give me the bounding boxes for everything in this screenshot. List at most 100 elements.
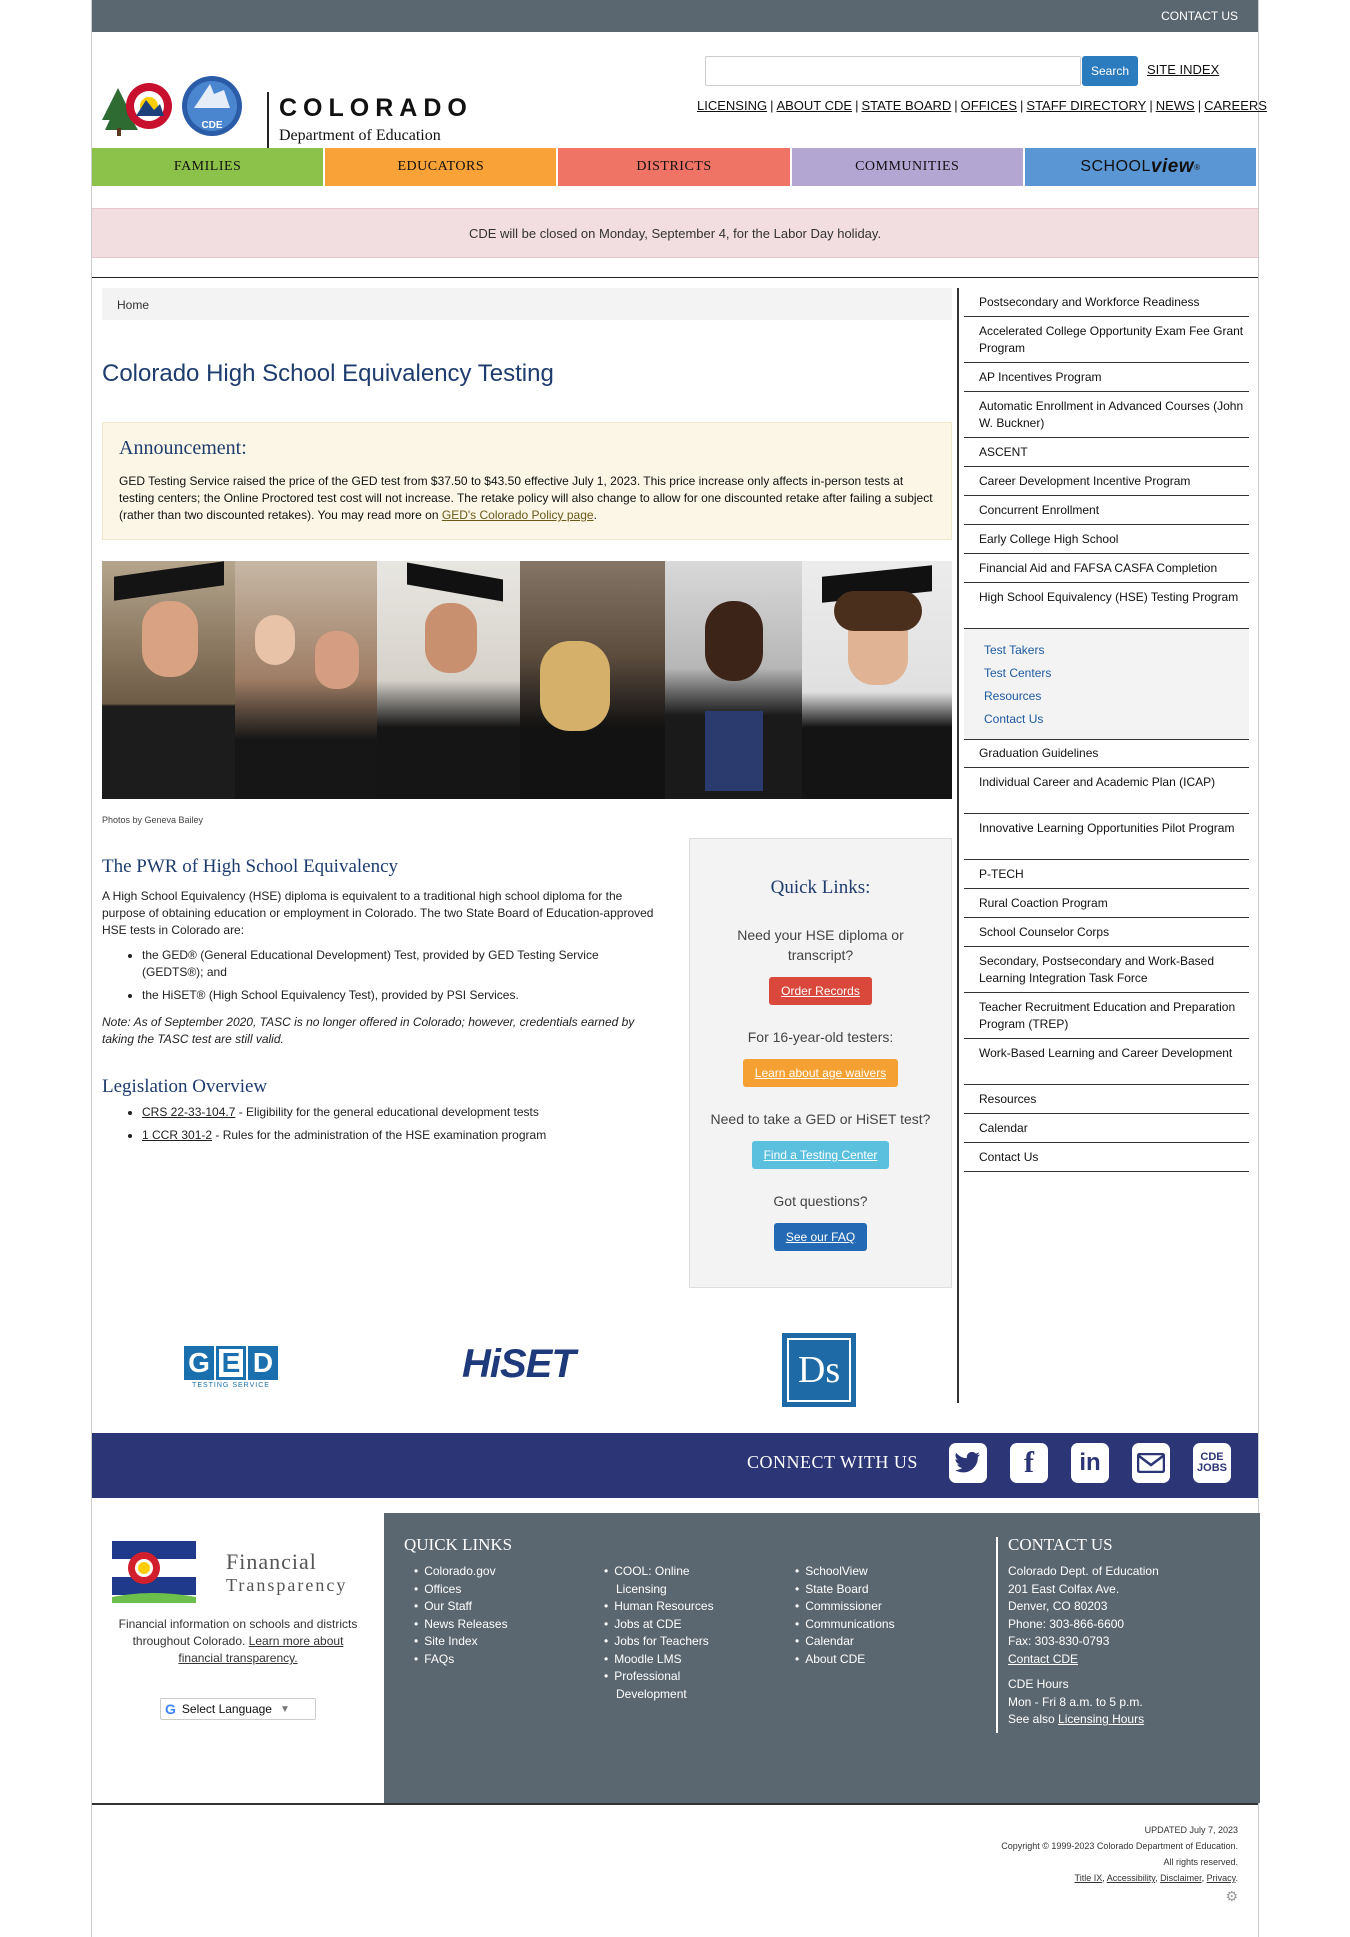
util-link-licensing[interactable]: LICENSING (697, 98, 767, 113)
sidebar-item-early-college-high-school[interactable]: Early College High School (964, 525, 1249, 554)
sidebar-item-ap-incentives-program[interactable]: AP Incentives Program (964, 363, 1249, 392)
linkedin-icon[interactable]: in (1071, 1443, 1109, 1483)
facebook-icon[interactable]: f (1010, 1443, 1048, 1483)
cde-logo[interactable]: CDE COLORADO Department of Education (102, 60, 482, 154)
licensing-hours-link[interactable]: Licensing Hours (1058, 1712, 1144, 1726)
cde-jobs-icon[interactable]: CDE JOBS (1193, 1443, 1231, 1483)
footer-link[interactable]: SchoolView (795, 1563, 945, 1581)
sidebar-item-graduation-guidelines[interactable]: Graduation Guidelines (964, 739, 1249, 768)
sidebar-item-work-based-learning-and-career-development[interactable]: Work-Based Learning and Career Developme… (964, 1039, 1249, 1085)
breadcrumb-home[interactable]: Home (117, 298, 149, 312)
contact-us-link[interactable]: CONTACT US (1161, 9, 1238, 23)
footer-link[interactable]: Commissioner (795, 1598, 945, 1616)
disclaimer-link[interactable]: Disclaimer (1160, 1873, 1202, 1883)
hiset-logo[interactable]: HiSET (462, 1342, 576, 1387)
footer: Financial Transparency Financial informa… (92, 1513, 1260, 1803)
search-button[interactable]: Search (1082, 56, 1138, 86)
ccr-link[interactable]: 1 CCR 301-2 (142, 1128, 212, 1142)
sidebar-item-accelerated-college-opportunity-exam-fee-grant-program[interactable]: Accelerated College Opportunity Exam Fee… (964, 317, 1249, 363)
sidebar-item-ascent[interactable]: ASCENT (964, 438, 1249, 467)
graduates-photo-banner (102, 561, 952, 799)
privacy-link[interactable]: Privacy (1207, 1873, 1236, 1883)
rights: All rights reserved. (1163, 1857, 1238, 1867)
email-icon[interactable] (1132, 1443, 1170, 1483)
faq-button[interactable]: See our FAQ (773, 1223, 868, 1251)
sidebar-item-high-school-equivalency-hse-testing-program[interactable]: High School Equivalency (HSE) Testing Pr… (964, 583, 1249, 629)
sidebar-item-postsecondary-and-workforce-readiness[interactable]: Postsecondary and Workforce Readiness (964, 288, 1249, 317)
sidebar-subitem-test-centers[interactable]: Test Centers (984, 666, 1051, 680)
sidebar-item-teacher-recruitment-education-and-preparation-program-trep[interactable]: Teacher Recruitment Education and Prepar… (964, 993, 1249, 1039)
contact-cde-link[interactable]: Contact CDE (1008, 1651, 1159, 1669)
ds-logo[interactable]: Ds (782, 1333, 856, 1407)
footer-link[interactable]: Jobs at CDE (604, 1616, 754, 1634)
order-records-button[interactable]: Order Records (769, 977, 872, 1005)
testing-center-button[interactable]: Find a Testing Center (751, 1141, 890, 1169)
util-link-state-board[interactable]: STATE BOARD (861, 98, 951, 113)
footer-link[interactable]: Offices (414, 1581, 574, 1599)
ged-policy-link[interactable]: GED's Colorado Policy page (442, 508, 594, 522)
footer-link[interactable]: Human Resources (604, 1598, 754, 1616)
ged-letter-g: G (184, 1346, 214, 1380)
footer-link[interactable]: Moodle LMS (604, 1651, 754, 1669)
ds-logo-text: Ds (787, 1338, 851, 1402)
footer-link[interactable]: Our Staff (414, 1598, 574, 1616)
ql-question-records: Need your HSE diploma or transcript? (737, 927, 904, 963)
sidebar-item-secondary-postsecondary-and-work-based-learning-integration-task-force[interactable]: Secondary, Postsecondary and Work-Based … (964, 947, 1249, 993)
sidebar-subitem-resources[interactable]: Resources (984, 689, 1041, 703)
ged-logo[interactable]: G E D TESTING SERVICE (184, 1346, 278, 1389)
crs-link[interactable]: CRS 22-33-104.7 (142, 1105, 235, 1119)
sidebar-item-contact-us[interactable]: Contact Us (964, 1143, 1249, 1172)
util-link-staff-directory[interactable]: STAFF DIRECTORY (1026, 98, 1146, 113)
sidebar-item-automatic-enrollment-in-advanced-courses-john-w-buckner[interactable]: Automatic Enrollment in Advanced Courses… (964, 392, 1249, 438)
footer-link[interactable]: FAQs (414, 1651, 574, 1669)
util-link-news[interactable]: NEWS (1156, 98, 1195, 113)
footer-link[interactable]: Jobs for Teachers (604, 1633, 754, 1651)
age-waivers-button[interactable]: Learn about age waivers (742, 1059, 899, 1087)
footer-link[interactable]: COOL: Online Licensing (604, 1563, 726, 1598)
sidebar-subitem-contact-us[interactable]: Contact Us (984, 712, 1043, 726)
site-index-link[interactable]: SITE INDEX (1147, 62, 1219, 77)
nav-educators[interactable]: EDUCATORS (325, 148, 559, 186)
contact-line: Fax: 303-830-0793 (1008, 1634, 1110, 1648)
sidebar-item-concurrent-enrollment[interactable]: Concurrent Enrollment (964, 496, 1249, 525)
nav-communities[interactable]: COMMUNITIES (791, 148, 1025, 186)
footer-divider (996, 1537, 998, 1733)
graduate-photo-6 (802, 561, 952, 799)
footer-col-3: SchoolViewState BoardCommissionerCommuni… (795, 1563, 945, 1668)
footer-link[interactable]: Communications (795, 1616, 945, 1634)
footer-link[interactable]: About CDE (795, 1651, 945, 1669)
sidebar-item-financial-aid-and-fafsa-casfa-completion[interactable]: Financial Aid and FAFSA CASFA Completion (964, 554, 1249, 583)
photo-caption: Photos by Geneva Bailey (102, 815, 204, 825)
language-select[interactable]: G Select Language ▼ (160, 1698, 316, 1720)
footer-link[interactable]: Site Index (414, 1633, 574, 1651)
sidebar-item-calendar[interactable]: Calendar (964, 1114, 1249, 1143)
sidebar-subitem-test-takers[interactable]: Test Takers (984, 643, 1044, 657)
sidebar-item-rural-coaction-program[interactable]: Rural Coaction Program (964, 889, 1249, 918)
twitter-icon[interactable] (949, 1443, 987, 1483)
search-input[interactable] (705, 56, 1081, 86)
sidebar-item-p-tech[interactable]: P-TECH (964, 860, 1249, 889)
footer-link[interactable]: State Board (795, 1581, 945, 1599)
footer-link[interactable]: News Releases (414, 1616, 574, 1634)
sidebar-item-individual-career-and-academic-plan-icap[interactable]: Individual Career and Academic Plan (ICA… (964, 768, 1249, 814)
sidebar-item-innovative-learning-opportunities-pilot-program[interactable]: Innovative Learning Opportunities Pilot … (964, 814, 1249, 860)
title-ix-link[interactable]: Title IX (1075, 1873, 1103, 1883)
hours-title: CDE Hours (1008, 1677, 1069, 1691)
schoolview-plain: SCHOOL (1080, 158, 1151, 175)
util-link-about[interactable]: ABOUT CDE (776, 98, 852, 113)
sidebar-item-career-development-incentive-program[interactable]: Career Development Incentive Program (964, 467, 1249, 496)
sidebar-item-resources[interactable]: Resources (964, 1085, 1249, 1114)
financial-transparency-flag-icon (112, 1541, 196, 1603)
graduate-photo-1 (102, 561, 235, 799)
accessibility-link[interactable]: Accessibility (1107, 1873, 1155, 1883)
footer-link[interactable]: Professional Development (604, 1668, 726, 1703)
util-link-careers[interactable]: CAREERS (1204, 98, 1267, 113)
footer-link[interactable]: Calendar (795, 1633, 945, 1651)
nav-schoolview[interactable]: SCHOOL view ® (1024, 148, 1259, 186)
list-item: the GED® (General Educational Developmen… (142, 947, 662, 981)
nav-families[interactable]: FAMILIES (92, 148, 326, 186)
sidebar-item-school-counselor-corps[interactable]: School Counselor Corps (964, 918, 1249, 947)
footer-link[interactable]: Colorado.gov (414, 1563, 574, 1581)
util-link-offices[interactable]: OFFICES (961, 98, 1017, 113)
nav-districts[interactable]: DISTRICTS (558, 148, 792, 186)
